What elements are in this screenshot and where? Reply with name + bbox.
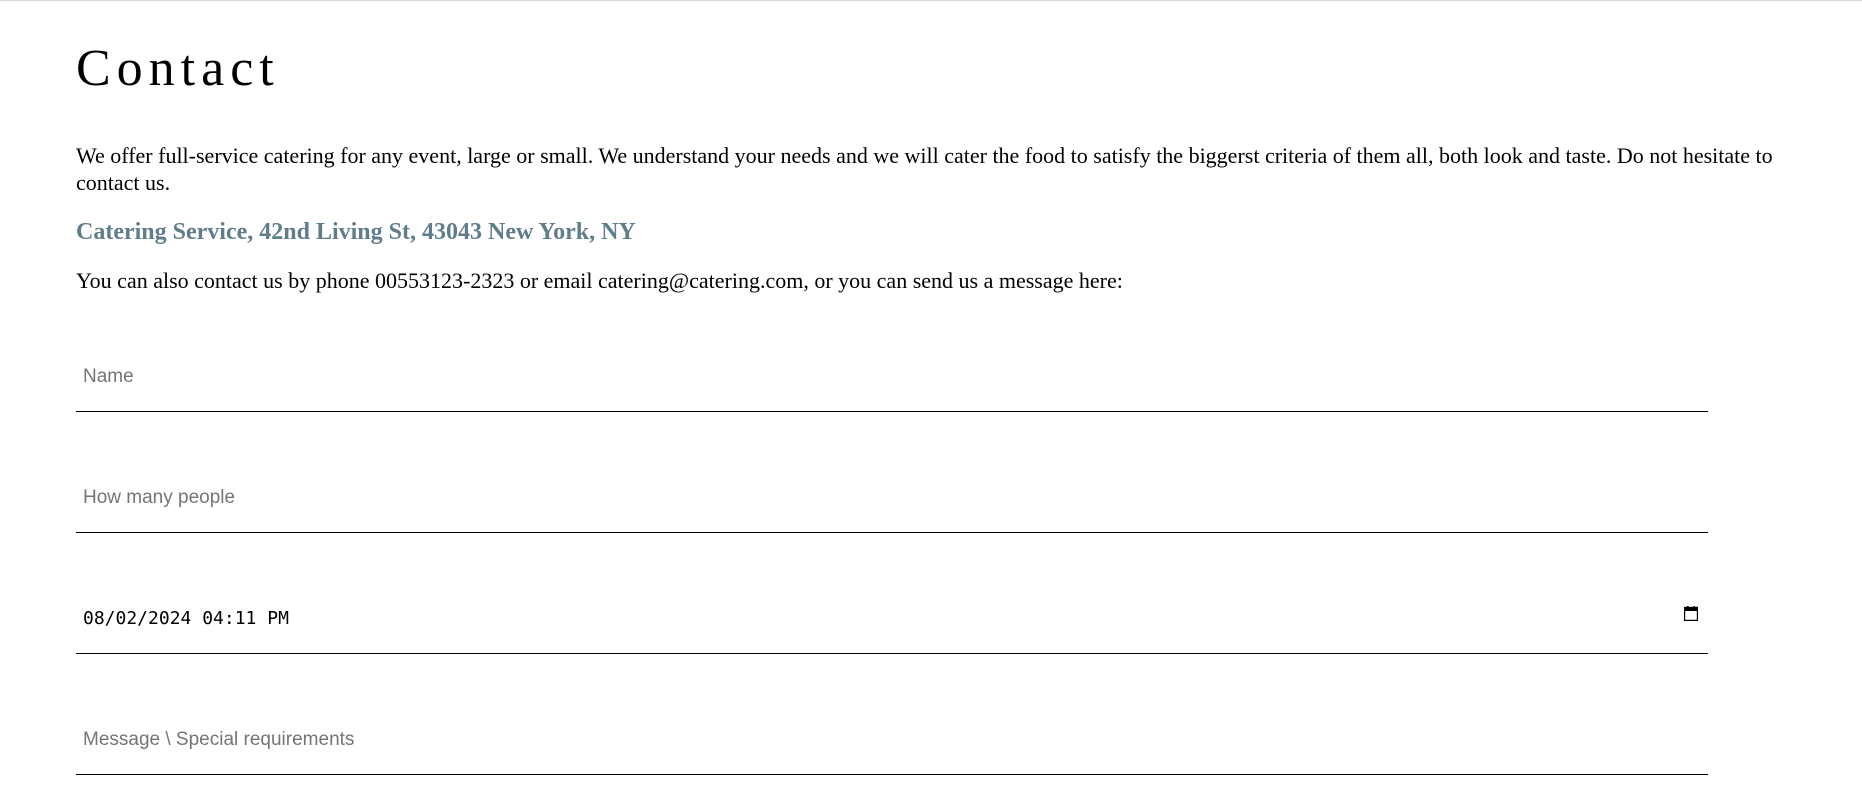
datetime-field-wrapper (76, 582, 1708, 703)
address-text: Catering Service, 42nd Living St, 43043 … (76, 219, 636, 245)
name-input[interactable] (76, 340, 1708, 412)
page-title: Contact (76, 40, 280, 97)
message-input[interactable] (76, 703, 1708, 775)
message-field-wrapper (76, 703, 1708, 805)
contact-form (76, 340, 1708, 805)
intro-text: We offer full-service catering for any e… (76, 143, 1773, 195)
calendar-icon[interactable] (1684, 606, 1698, 621)
people-field-wrapper (76, 461, 1708, 582)
contact-info-text: You can also contact us by phone 0055312… (76, 268, 1123, 293)
datetime-input[interactable] (76, 582, 1708, 654)
contact-section: Contact We offer full-service catering f… (0, 1, 1862, 805)
people-count-input[interactable] (76, 461, 1708, 533)
name-field-wrapper (76, 340, 1708, 461)
